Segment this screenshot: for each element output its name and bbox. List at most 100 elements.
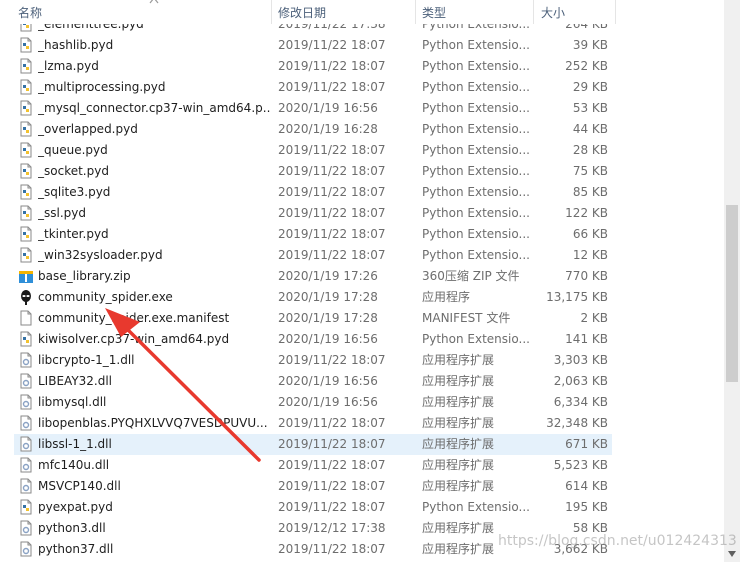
file-date: 2019/11/22 18:07 xyxy=(278,479,386,493)
file-name: _ssl.pyd xyxy=(38,206,86,220)
column-header-size[interactable]: 大小 xyxy=(534,0,616,24)
file-name: base_library.zip xyxy=(38,269,131,283)
file-type: Python Extensio... xyxy=(422,227,530,241)
file-row[interactable]: LIBEAY32.dll 2020/1/19 16:56 应用程序扩展 2,063 K… xyxy=(14,371,612,392)
file-date: 2019/11/22 18:07 xyxy=(278,143,386,157)
file-type: Python Extensio... xyxy=(422,59,530,73)
file-row[interactable]: _hashlib.pyd 2019/11/22 18:07 Python Exten… xyxy=(14,35,612,56)
file-row[interactable]: mfc140u.dll 2019/11/22 18:07 应用程序扩展 5,523 K… xyxy=(14,455,612,476)
file-row[interactable]: pyexpat.pyd 2019/11/22 18:07 Python Extens… xyxy=(14,497,612,518)
scroll-down-icon[interactable] xyxy=(727,550,737,558)
file-row[interactable]: _win32sysloader.pyd 2019/11/22 18:07 Pytho… xyxy=(14,245,612,266)
column-header-type[interactable]: 类型 xyxy=(416,0,534,24)
file-type: 应用程序扩展 xyxy=(422,479,495,493)
file-row[interactable]: community_spider.exe.manifest 2020/1/19 1… xyxy=(14,308,612,329)
file-row[interactable]: _sqlite3.pyd 2019/11/22 18:07 Python Exten… xyxy=(14,182,612,203)
file-type: Python Extensio... xyxy=(422,80,530,94)
dll-file-icon xyxy=(18,373,34,389)
file-size: 614 KB xyxy=(565,479,608,493)
file-date: 2019/11/22 18:07 xyxy=(278,542,386,556)
file-row[interactable]: base_library.zip 2020/1/19 17:26 360压缩 ZIP… xyxy=(14,266,612,287)
alien-exe-icon xyxy=(18,289,34,305)
file-name: pyexpat.pyd xyxy=(38,500,113,514)
file-name: python37.dll xyxy=(38,542,114,556)
file-name: _win32sysloader.pyd xyxy=(38,248,163,262)
column-header-size-label: 大小 xyxy=(541,6,566,20)
file-row[interactable]: _socket.pyd 2019/11/22 18:07 Python Extens… xyxy=(14,161,612,182)
file-type: Python Extensio... xyxy=(422,101,530,115)
column-header-date-label: 修改日期 xyxy=(278,6,327,20)
file-type: Python Extensio... xyxy=(422,185,530,199)
file-name: libopenblas.PYQHXLVVQ7VESDPUVU... xyxy=(38,416,268,430)
file-row[interactable]: community_spider.exe 2020/1/19 17:28 应用程序 1… xyxy=(14,287,612,308)
file-name: _lzma.pyd xyxy=(38,59,99,73)
file-row[interactable]: _mysql_connector.cp37-win_amd64.p... 2020… xyxy=(14,98,612,119)
file-name: _tkinter.pyd xyxy=(38,227,109,241)
file-row[interactable]: _multiprocessing.pyd 2019/11/22 18:07 Pyth… xyxy=(14,77,612,98)
file-type: Python Extensio... xyxy=(422,143,530,157)
pyd-file-icon xyxy=(18,205,34,221)
dll-file-icon xyxy=(18,436,34,452)
file-date: 2019/11/22 18:07 xyxy=(278,38,386,52)
file-row[interactable]: _lzma.pyd 2019/11/22 18:07 Python Extensio… xyxy=(14,56,612,77)
file-date: 2019/12/12 17:38 xyxy=(278,521,386,535)
file-name: community_spider.exe.manifest xyxy=(38,311,230,325)
file-row[interactable]: libcrypto-1_1.dll 2019/11/22 18:07 应用程序扩展 3… xyxy=(14,350,612,371)
file-size: 28 KB xyxy=(572,143,608,157)
file-size: 32,348 KB xyxy=(546,416,608,430)
dll-file-icon xyxy=(18,415,34,431)
file-size: 671 KB xyxy=(565,437,608,451)
file-name: kiwisolver.cp37-win_amd64.pyd xyxy=(38,332,230,346)
column-header-date[interactable]: 修改日期 xyxy=(272,0,416,24)
scrollbar-thumb[interactable] xyxy=(726,205,738,382)
file-date: 2019/11/22 18:07 xyxy=(278,206,386,220)
column-header-name-label: 名称 xyxy=(18,6,43,20)
file-size: 29 KB xyxy=(572,80,608,94)
file-date: 2020/1/19 16:56 xyxy=(278,101,378,115)
file-date: 2020/1/19 17:28 xyxy=(278,290,378,304)
file-size: 122 KB xyxy=(565,206,608,220)
column-header-bar: 名称 修改日期 类型 大小 xyxy=(0,0,724,24)
file-type: 应用程序扩展 xyxy=(422,374,495,388)
pyd-file-icon xyxy=(18,37,34,53)
file-size: 6,334 KB xyxy=(553,395,608,409)
file-row[interactable]: _tkinter.pyd 2019/11/22 18:07 Python Exten… xyxy=(14,224,612,245)
file-row[interactable]: kiwisolver.cp37-win_amd64.pyd 2020/1/19 1… xyxy=(14,329,612,350)
file-type: MANIFEST 文件 xyxy=(422,311,511,325)
pyd-file-icon xyxy=(18,121,34,137)
file-name: MSVCP140.dll xyxy=(38,479,121,493)
zip-archive-icon xyxy=(18,268,34,284)
file-date: 2020/1/19 16:56 xyxy=(278,332,378,346)
file-row[interactable]: _ssl.pyd 2019/11/22 18:07 Python Extensio.… xyxy=(14,203,612,224)
pyd-file-icon xyxy=(18,247,34,263)
file-row[interactable]: MSVCP140.dll 2019/11/22 18:07 应用程序扩展 614 KB xyxy=(14,476,612,497)
file-size: 5,523 KB xyxy=(553,458,608,472)
pyd-file-icon xyxy=(18,142,34,158)
file-size: 66 KB xyxy=(572,227,608,241)
dll-file-icon xyxy=(18,352,34,368)
file-size: 39 KB xyxy=(572,38,608,52)
vertical-scrollbar[interactable] xyxy=(724,0,740,562)
file-date: 2020/1/19 16:28 xyxy=(278,122,378,136)
file-date: 2019/11/22 18:07 xyxy=(278,416,386,430)
sort-ascending-icon xyxy=(149,0,159,4)
file-row[interactable]: libopenblas.PYQHXLVVQ7VESDPUVU... 2019/11… xyxy=(14,413,612,434)
file-row[interactable]: _queue.pyd 2019/11/22 18:07 Python Extensi… xyxy=(14,140,612,161)
file-type: 360压缩 ZIP 文件 xyxy=(422,269,520,283)
file-name: libmysql.dll xyxy=(38,395,107,409)
file-size: 53 KB xyxy=(572,101,608,115)
file-type: Python Extensio... xyxy=(422,164,530,178)
file-name: _mysql_connector.cp37-win_amd64.p... xyxy=(38,101,270,115)
file-name: mfc140u.dll xyxy=(38,458,110,472)
file-size: 252 KB xyxy=(565,59,608,73)
file-size: 44 KB xyxy=(572,122,608,136)
file-type: 应用程序扩展 xyxy=(422,353,495,367)
column-header-name[interactable]: 名称 xyxy=(14,0,272,24)
file-row[interactable]: libssl-1_1.dll 2019/11/22 18:07 应用程序扩展 671 … xyxy=(14,434,612,455)
file-row[interactable]: _overlapped.pyd 2020/1/19 16:28 Python Ext… xyxy=(14,119,612,140)
file-size: 85 KB xyxy=(572,185,608,199)
file-size: 770 KB xyxy=(565,269,608,283)
blank-file-icon xyxy=(18,310,34,326)
file-row[interactable]: libmysql.dll 2020/1/19 16:56 应用程序扩展 6,334 K… xyxy=(14,392,612,413)
file-type: Python Extensio... xyxy=(422,500,530,514)
